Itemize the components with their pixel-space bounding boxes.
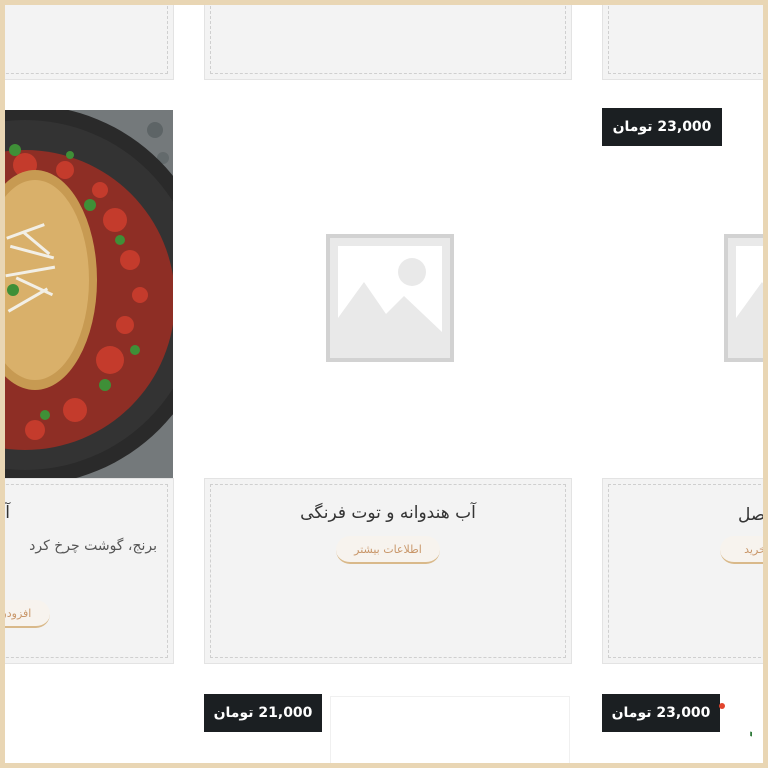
add-to-cart-button-1[interactable]: افزودن [0, 600, 50, 628]
price-badge-next-1: 21,000 تومان [204, 694, 322, 732]
product-card-1-info [0, 478, 174, 664]
product-title-3[interactable]: صل [738, 505, 765, 525]
product-description-1: برنج، گوشت چرخ کرد [29, 538, 157, 554]
site-logo-watermark: غذاوفود [632, 694, 768, 750]
next-row-card-1 [330, 696, 570, 768]
prev-card-bottom-1 [0, 0, 174, 80]
prev-card-bottom-2 [204, 0, 572, 80]
more-info-button-2[interactable]: اطلاعات بیشتر [336, 536, 440, 564]
buy-button-3[interactable]: خرید [720, 536, 768, 564]
product-image-3[interactable] [602, 110, 768, 478]
price-badge-3: 23,000 تومان [602, 108, 722, 146]
product-image-1[interactable] [5, 110, 173, 478]
svg-text:غذاوفود: غذاوفود [748, 704, 752, 745]
product-title-1[interactable]: آر [0, 503, 10, 523]
prev-card-bottom-3 [602, 0, 768, 80]
logo-icon: غذاوفود [719, 703, 768, 747]
image-placeholder-icon [724, 234, 768, 362]
product-title-2[interactable]: آب هندوانه و توت فرنگی [204, 503, 572, 523]
food-plate-illustration [5, 110, 173, 478]
image-placeholder-icon [326, 234, 454, 362]
product-image-2[interactable] [204, 110, 572, 478]
